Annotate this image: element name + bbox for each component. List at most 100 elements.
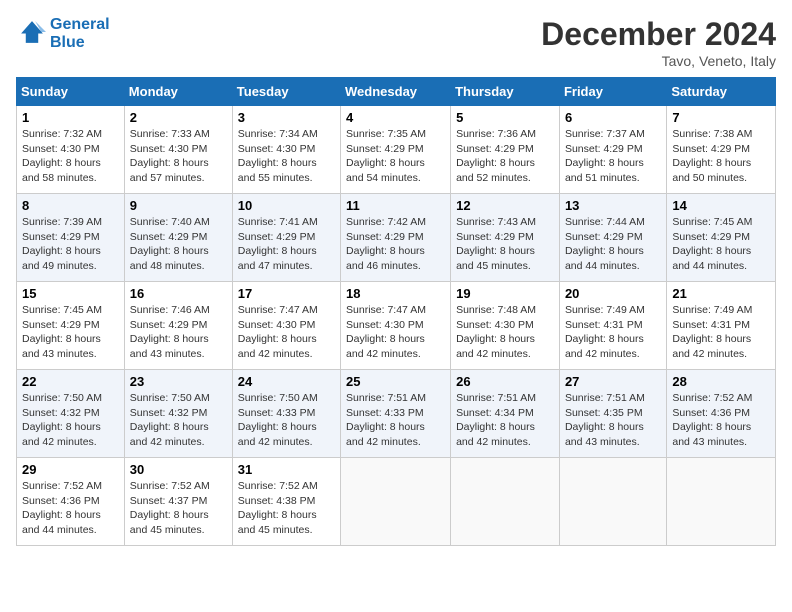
day-info: Sunrise: 7:51 AMSunset: 4:33 PMDaylight:…	[346, 392, 426, 448]
day-info: Sunrise: 7:39 AMSunset: 4:29 PMDaylight:…	[22, 216, 102, 272]
calendar-cell: 8 Sunrise: 7:39 AMSunset: 4:29 PMDayligh…	[17, 194, 125, 282]
calendar-cell: 10 Sunrise: 7:41 AMSunset: 4:29 PMDaylig…	[232, 194, 340, 282]
day-number: 5	[456, 110, 554, 125]
day-info: Sunrise: 7:52 AMSunset: 4:37 PMDaylight:…	[130, 480, 210, 536]
day-number: 8	[22, 198, 119, 213]
logo-text: GeneralBlue	[50, 16, 110, 52]
weekday-header-friday: Friday	[559, 78, 666, 106]
calendar-cell: 25 Sunrise: 7:51 AMSunset: 4:33 PMDaylig…	[341, 370, 451, 458]
day-info: Sunrise: 7:51 AMSunset: 4:35 PMDaylight:…	[565, 392, 645, 448]
day-info: Sunrise: 7:37 AMSunset: 4:29 PMDaylight:…	[565, 128, 645, 184]
calendar-cell: 22 Sunrise: 7:50 AMSunset: 4:32 PMDaylig…	[17, 370, 125, 458]
day-number: 30	[130, 462, 227, 477]
weekday-header-sunday: Sunday	[17, 78, 125, 106]
calendar-cell: 11 Sunrise: 7:42 AMSunset: 4:29 PMDaylig…	[341, 194, 451, 282]
day-number: 24	[238, 374, 335, 389]
day-number: 16	[130, 286, 227, 301]
day-number: 3	[238, 110, 335, 125]
calendar-cell: 29 Sunrise: 7:52 AMSunset: 4:36 PMDaylig…	[17, 458, 125, 546]
day-info: Sunrise: 7:32 AMSunset: 4:30 PMDaylight:…	[22, 128, 102, 184]
calendar-cell: 26 Sunrise: 7:51 AMSunset: 4:34 PMDaylig…	[451, 370, 560, 458]
calendar-cell: 9 Sunrise: 7:40 AMSunset: 4:29 PMDayligh…	[124, 194, 232, 282]
day-info: Sunrise: 7:49 AMSunset: 4:31 PMDaylight:…	[672, 304, 752, 360]
calendar-week-row: 1 Sunrise: 7:32 AMSunset: 4:30 PMDayligh…	[17, 106, 776, 194]
calendar-cell: 6 Sunrise: 7:37 AMSunset: 4:29 PMDayligh…	[559, 106, 666, 194]
day-number: 29	[22, 462, 119, 477]
location-subtitle: Tavo, Veneto, Italy	[541, 53, 776, 69]
day-number: 21	[672, 286, 770, 301]
weekday-header-wednesday: Wednesday	[341, 78, 451, 106]
day-info: Sunrise: 7:45 AMSunset: 4:29 PMDaylight:…	[672, 216, 752, 272]
calendar-cell: 18 Sunrise: 7:47 AMSunset: 4:30 PMDaylig…	[341, 282, 451, 370]
calendar-header-row: SundayMondayTuesdayWednesdayThursdayFrid…	[17, 78, 776, 106]
day-number: 17	[238, 286, 335, 301]
calendar-cell: 15 Sunrise: 7:45 AMSunset: 4:29 PMDaylig…	[17, 282, 125, 370]
logo: GeneralBlue	[16, 16, 110, 52]
day-info: Sunrise: 7:50 AMSunset: 4:32 PMDaylight:…	[22, 392, 102, 448]
day-number: 1	[22, 110, 119, 125]
calendar-cell: 30 Sunrise: 7:52 AMSunset: 4:37 PMDaylig…	[124, 458, 232, 546]
calendar-week-row: 15 Sunrise: 7:45 AMSunset: 4:29 PMDaylig…	[17, 282, 776, 370]
calendar-week-row: 29 Sunrise: 7:52 AMSunset: 4:36 PMDaylig…	[17, 458, 776, 546]
calendar-cell: 20 Sunrise: 7:49 AMSunset: 4:31 PMDaylig…	[559, 282, 666, 370]
calendar-cell: 2 Sunrise: 7:33 AMSunset: 4:30 PMDayligh…	[124, 106, 232, 194]
day-info: Sunrise: 7:43 AMSunset: 4:29 PMDaylight:…	[456, 216, 536, 272]
month-title: December 2024	[541, 16, 776, 53]
calendar-cell: 24 Sunrise: 7:50 AMSunset: 4:33 PMDaylig…	[232, 370, 340, 458]
calendar-cell	[667, 458, 776, 546]
day-info: Sunrise: 7:49 AMSunset: 4:31 PMDaylight:…	[565, 304, 645, 360]
day-number: 23	[130, 374, 227, 389]
day-number: 26	[456, 374, 554, 389]
calendar-cell: 13 Sunrise: 7:44 AMSunset: 4:29 PMDaylig…	[559, 194, 666, 282]
calendar-cell: 12 Sunrise: 7:43 AMSunset: 4:29 PMDaylig…	[451, 194, 560, 282]
day-number: 4	[346, 110, 445, 125]
calendar-cell: 19 Sunrise: 7:48 AMSunset: 4:30 PMDaylig…	[451, 282, 560, 370]
day-info: Sunrise: 7:50 AMSunset: 4:32 PMDaylight:…	[130, 392, 210, 448]
day-number: 22	[22, 374, 119, 389]
day-number: 10	[238, 198, 335, 213]
day-info: Sunrise: 7:52 AMSunset: 4:36 PMDaylight:…	[672, 392, 752, 448]
calendar-cell: 23 Sunrise: 7:50 AMSunset: 4:32 PMDaylig…	[124, 370, 232, 458]
day-info: Sunrise: 7:40 AMSunset: 4:29 PMDaylight:…	[130, 216, 210, 272]
calendar-cell: 7 Sunrise: 7:38 AMSunset: 4:29 PMDayligh…	[667, 106, 776, 194]
calendar-cell	[341, 458, 451, 546]
day-number: 14	[672, 198, 770, 213]
day-info: Sunrise: 7:35 AMSunset: 4:29 PMDaylight:…	[346, 128, 426, 184]
day-number: 25	[346, 374, 445, 389]
calendar-week-row: 22 Sunrise: 7:50 AMSunset: 4:32 PMDaylig…	[17, 370, 776, 458]
calendar-cell: 31 Sunrise: 7:52 AMSunset: 4:38 PMDaylig…	[232, 458, 340, 546]
day-info: Sunrise: 7:42 AMSunset: 4:29 PMDaylight:…	[346, 216, 426, 272]
day-info: Sunrise: 7:38 AMSunset: 4:29 PMDaylight:…	[672, 128, 752, 184]
title-block: December 2024 Tavo, Veneto, Italy	[541, 16, 776, 69]
day-number: 19	[456, 286, 554, 301]
day-number: 2	[130, 110, 227, 125]
day-info: Sunrise: 7:45 AMSunset: 4:29 PMDaylight:…	[22, 304, 102, 360]
day-info: Sunrise: 7:36 AMSunset: 4:29 PMDaylight:…	[456, 128, 536, 184]
calendar-cell: 28 Sunrise: 7:52 AMSunset: 4:36 PMDaylig…	[667, 370, 776, 458]
calendar-cell: 1 Sunrise: 7:32 AMSunset: 4:30 PMDayligh…	[17, 106, 125, 194]
day-info: Sunrise: 7:50 AMSunset: 4:33 PMDaylight:…	[238, 392, 318, 448]
day-number: 13	[565, 198, 661, 213]
day-info: Sunrise: 7:48 AMSunset: 4:30 PMDaylight:…	[456, 304, 536, 360]
calendar-cell: 14 Sunrise: 7:45 AMSunset: 4:29 PMDaylig…	[667, 194, 776, 282]
day-number: 18	[346, 286, 445, 301]
day-info: Sunrise: 7:52 AMSunset: 4:38 PMDaylight:…	[238, 480, 318, 536]
day-number: 28	[672, 374, 770, 389]
day-number: 12	[456, 198, 554, 213]
calendar-cell: 3 Sunrise: 7:34 AMSunset: 4:30 PMDayligh…	[232, 106, 340, 194]
page-header: GeneralBlue December 2024 Tavo, Veneto, …	[16, 16, 776, 69]
day-number: 11	[346, 198, 445, 213]
day-number: 6	[565, 110, 661, 125]
calendar-cell	[451, 458, 560, 546]
calendar-cell: 27 Sunrise: 7:51 AMSunset: 4:35 PMDaylig…	[559, 370, 666, 458]
calendar-cell: 5 Sunrise: 7:36 AMSunset: 4:29 PMDayligh…	[451, 106, 560, 194]
calendar-cell: 4 Sunrise: 7:35 AMSunset: 4:29 PMDayligh…	[341, 106, 451, 194]
weekday-header-monday: Monday	[124, 78, 232, 106]
day-info: Sunrise: 7:51 AMSunset: 4:34 PMDaylight:…	[456, 392, 536, 448]
day-number: 7	[672, 110, 770, 125]
weekday-header-saturday: Saturday	[667, 78, 776, 106]
day-info: Sunrise: 7:47 AMSunset: 4:30 PMDaylight:…	[238, 304, 318, 360]
day-info: Sunrise: 7:46 AMSunset: 4:29 PMDaylight:…	[130, 304, 210, 360]
day-number: 9	[130, 198, 227, 213]
day-info: Sunrise: 7:52 AMSunset: 4:36 PMDaylight:…	[22, 480, 102, 536]
